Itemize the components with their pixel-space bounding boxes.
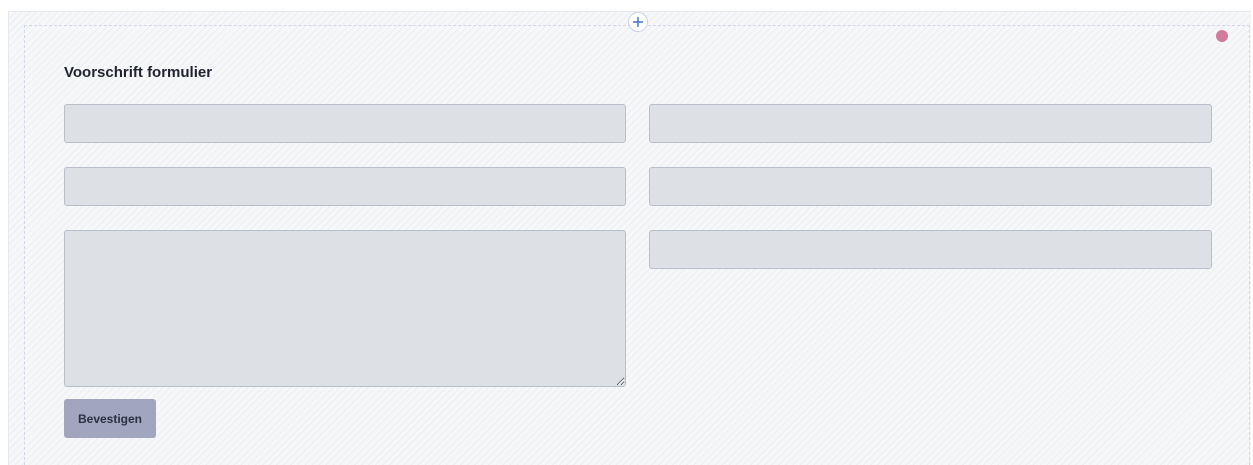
field-3-input[interactable] xyxy=(64,167,626,206)
field-1-input[interactable] xyxy=(64,104,626,143)
plus-icon xyxy=(632,16,644,28)
field-5-input[interactable] xyxy=(649,230,1212,269)
status-dot-icon xyxy=(1216,30,1228,42)
field-4-input[interactable] xyxy=(649,167,1212,206)
add-section-button[interactable] xyxy=(628,12,648,32)
submit-button[interactable]: Bevestigen xyxy=(64,399,156,438)
form-title: Voorschrift formulier xyxy=(64,64,213,81)
message-textarea[interactable] xyxy=(64,230,626,387)
field-2-input[interactable] xyxy=(649,104,1212,143)
